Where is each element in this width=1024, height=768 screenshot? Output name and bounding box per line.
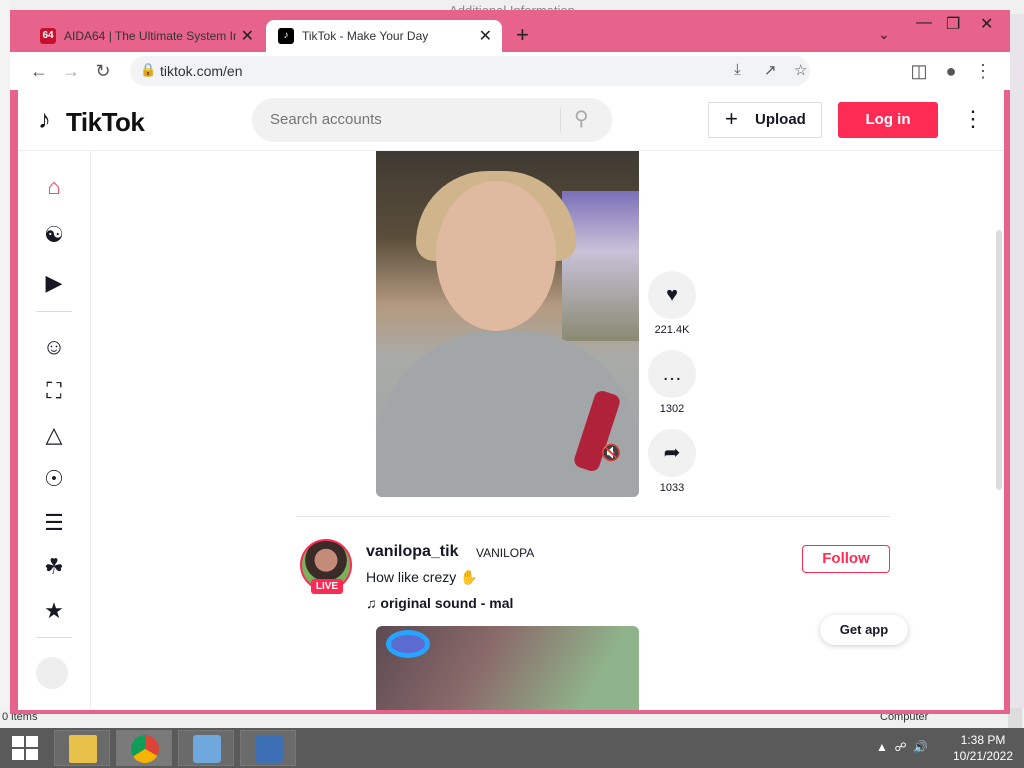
search-divider	[560, 108, 561, 132]
more-options-icon[interactable]: ⋮	[962, 106, 984, 132]
video-player[interactable]: 🔇	[376, 151, 639, 497]
gaming-icon[interactable]: ⛶	[40, 377, 68, 405]
background-window-edge	[0, 0, 10, 712]
tab-strip: 64 AIDA64 | The Ultimate System Inf ✕ ♪ …	[10, 10, 1010, 52]
clock[interactable]: 1:38 PM 10/21/2022	[948, 732, 1018, 764]
clock-time: 1:38 PM	[960, 733, 1006, 747]
profile-icon[interactable]: ●	[940, 60, 962, 82]
video-scene-window	[562, 191, 639, 341]
back-icon[interactable]: ←	[28, 60, 50, 82]
taskbar-system-info[interactable]	[240, 730, 296, 766]
post-caption: How like crezy ✋	[366, 569, 478, 585]
scrollbar-thumb[interactable]	[996, 230, 1002, 490]
plus-icon: +	[725, 106, 738, 131]
scrollbar[interactable]	[1008, 708, 1022, 728]
folder-icon	[69, 735, 97, 763]
tab-search-icon[interactable]: ⌄	[878, 26, 890, 43]
search-box: ⚲	[252, 98, 612, 142]
windows-logo-icon	[12, 736, 24, 747]
control-panel-icon	[193, 735, 221, 763]
tab-tiktok[interactable]: ♪ TikTok - Make Your Day ✕	[266, 20, 502, 52]
close-icon[interactable]: ✕	[479, 26, 492, 46]
bookmark-star-icon[interactable]: ☆	[794, 61, 807, 79]
system-info-icon	[255, 735, 283, 763]
side-panel-icon[interactable]: ◫	[908, 60, 930, 82]
tiktok-sidebar: ⌂ ☯ ▶ ☺ ⛶ △ ☉ ☰ ☘ ★	[18, 151, 91, 710]
live-badge: LIVE	[311, 579, 343, 594]
video-scene-face	[436, 181, 556, 331]
taskbar-control-panel[interactable]	[178, 730, 234, 766]
heart-icon[interactable]: ♥	[648, 271, 696, 319]
forward-icon[interactable]: →	[60, 60, 82, 82]
animals-icon[interactable]: ☘	[40, 553, 68, 581]
tab-aida64[interactable]: 64 AIDA64 | The Ultimate System Inf ✕	[28, 20, 264, 52]
address-url[interactable]: tiktok.com/en	[160, 63, 242, 79]
menu-kebab-icon[interactable]: ⋮	[972, 60, 994, 82]
close-icon[interactable]: ✕	[241, 26, 254, 46]
start-button[interactable]	[12, 736, 38, 760]
lock-icon: 🔒	[140, 62, 157, 77]
upload-button[interactable]: + Upload	[708, 102, 822, 138]
new-tab-button[interactable]: +	[516, 24, 529, 46]
sidebar-divider	[36, 311, 72, 312]
search-input[interactable]	[268, 110, 542, 129]
reload-icon[interactable]: ↻	[92, 60, 114, 82]
clock-date: 10/21/2022	[952, 749, 1014, 763]
post-nickname: VANILOPA	[476, 546, 535, 560]
window-close-icon[interactable]: ✕	[980, 14, 993, 34]
music-note-icon: ♫	[366, 595, 381, 611]
share-arrow-icon[interactable]: ➦	[648, 429, 696, 477]
aida64-icon: 64	[40, 28, 56, 44]
address-bar[interactable]: 🔒 tiktok.com/en ⤓ ↗ ☆	[130, 56, 810, 86]
chrome-icon	[131, 735, 159, 763]
browser-toolbar: ← → ↻ 🔒 tiktok.com/en ⤓ ↗ ☆ ◫ ● ⋮	[10, 52, 1010, 90]
tiktok-icon: ♪	[278, 28, 294, 44]
tiktok-header: ♪ TikTok ⚲ + Upload Log in ⋮	[18, 90, 1004, 151]
mute-icon[interactable]: 🔇	[601, 443, 621, 463]
taskbar-chrome[interactable]	[116, 730, 172, 766]
share-count: 1033	[659, 482, 685, 494]
video-player[interactable]	[376, 626, 639, 710]
taskbar-file-explorer[interactable]	[54, 730, 110, 766]
sports-icon[interactable]: ★	[40, 597, 68, 625]
beauty-icon[interactable]: ☰	[40, 509, 68, 537]
video-scene-light	[386, 630, 430, 658]
sidebar-divider	[36, 637, 72, 638]
tiktok-logo-text: TikTok	[66, 107, 145, 137]
post-separator	[296, 516, 890, 517]
install-icon[interactable]: ⤓	[734, 61, 741, 78]
tiktok-page: ♪ TikTok ⚲ + Upload Log in ⋮ ⌂ ☯ ▶ ☺ ⛶ △…	[18, 90, 1004, 710]
tray-icons[interactable]: ▲ ☍ 🔊	[876, 740, 928, 754]
restore-icon[interactable]: ❐	[946, 14, 960, 34]
avatar[interactable]	[36, 657, 68, 689]
post-sound[interactable]: ♫ original sound - mal	[366, 595, 513, 611]
taskbar: ▲ ☍ 🔊 1:38 PM 10/21/2022	[0, 728, 1024, 768]
minimize-icon[interactable]: —	[916, 14, 932, 32]
post-username[interactable]: vanilopa_tik	[366, 543, 458, 561]
sound-label: original sound - mal	[380, 595, 514, 611]
comment-count: 1302	[659, 403, 685, 415]
home-icon[interactable]: ⌂	[40, 173, 68, 201]
search-icon[interactable]: ⚲	[574, 106, 589, 131]
browser-window: 64 AIDA64 | The Ultimate System Inf ✕ ♪ …	[10, 10, 1010, 714]
travel-icon[interactable]: ☉	[40, 465, 68, 493]
login-button[interactable]: Log in	[838, 102, 938, 138]
upload-label: Upload	[755, 111, 806, 128]
tiktok-note-icon: ♪	[38, 104, 51, 134]
get-app-button[interactable]: Get app	[820, 615, 908, 645]
comedy-icon[interactable]: ☺	[40, 333, 68, 361]
food-icon[interactable]: △	[40, 421, 68, 449]
like-count: 221.4K	[654, 324, 690, 336]
tab-label: TikTok - Make Your Day	[302, 29, 429, 43]
tab-label: AIDA64 | The Ultimate System Inf	[64, 29, 236, 43]
comment-icon[interactable]: …	[648, 350, 696, 398]
following-icon[interactable]: ☯	[40, 221, 68, 249]
follow-button[interactable]: Follow	[802, 545, 890, 573]
share-icon[interactable]: ↗	[764, 61, 777, 79]
live-icon[interactable]: ▶	[40, 269, 68, 297]
